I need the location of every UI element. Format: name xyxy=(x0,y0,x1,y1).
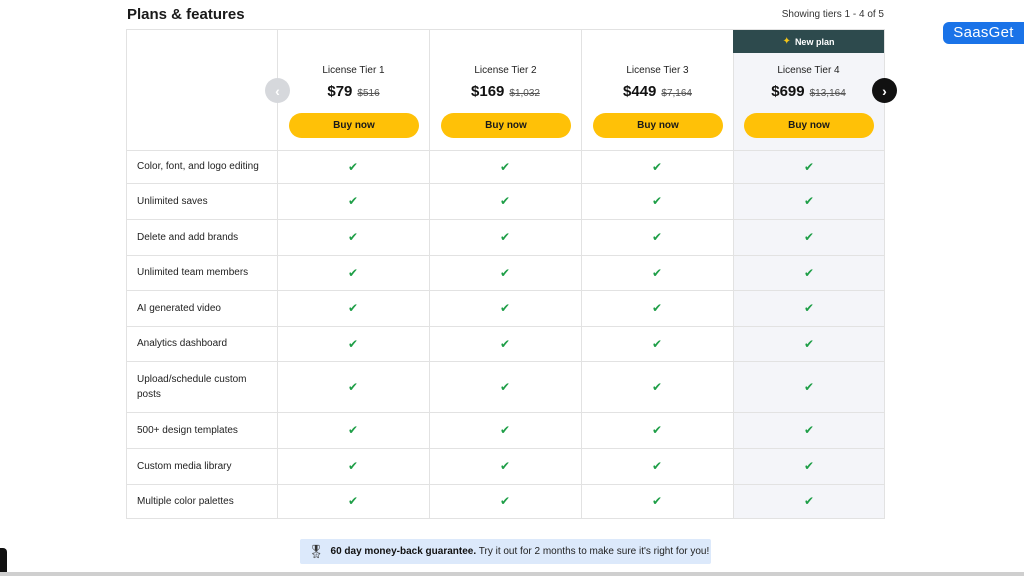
guarantee-text: 60 day money-back guarantee. Try it out … xyxy=(331,546,710,557)
price-row: $449 $7,164 xyxy=(582,83,733,100)
tier-header-1: License Tier 1 $79 $516 Buy now xyxy=(278,30,429,150)
medal-icon: 🎖 xyxy=(308,543,325,559)
check-icon: ✔ xyxy=(803,230,815,244)
tier-old-price: $1,032 xyxy=(509,88,540,99)
check-icon: ✔ xyxy=(651,194,663,208)
check-icon: ✔ xyxy=(651,301,663,315)
check-icon: ✔ xyxy=(499,459,511,473)
check-icon: ✔ xyxy=(803,301,815,315)
check-icon: ✔ xyxy=(347,194,359,208)
check-icon: ✔ xyxy=(499,494,511,508)
price-row: $79 $516 xyxy=(278,83,429,100)
check-icon: ✔ xyxy=(347,336,359,351)
feature-label: Custom media library xyxy=(137,460,232,472)
check-icon: ✔ xyxy=(499,379,511,394)
check-icon: ✔ xyxy=(499,336,511,351)
tier-price: $699 xyxy=(771,83,805,100)
feature-label: 500+ design templates xyxy=(137,424,238,436)
tier-name: License Tier 4 xyxy=(777,65,840,76)
check-icon: ✔ xyxy=(499,423,511,437)
horizontal-scrollbar[interactable] xyxy=(0,572,1024,576)
check-icon: ✔ xyxy=(803,265,815,280)
feature-label: Upload/schedule custom posts xyxy=(137,373,247,400)
feature-label: Unlimited saves xyxy=(137,195,208,207)
chevron-right-icon: › xyxy=(882,82,887,99)
check-icon: ✔ xyxy=(499,159,511,174)
check-icon: ✔ xyxy=(651,423,663,437)
check-icon: ✔ xyxy=(803,194,815,208)
check-icon: ✔ xyxy=(499,265,511,280)
tier-old-price: $13,164 xyxy=(809,88,846,99)
feature-label: Delete and add brands xyxy=(137,231,239,243)
check-icon: ✔ xyxy=(347,379,359,394)
check-icon: ✔ xyxy=(651,336,663,351)
check-icon: ✔ xyxy=(347,265,359,280)
tier-header-2: License Tier 2 $169 $1,032 Buy now xyxy=(430,30,581,150)
check-icon: ✔ xyxy=(499,194,511,208)
next-tiers-button[interactable]: › xyxy=(872,78,897,103)
check-icon: ✔ xyxy=(803,336,815,351)
buy-now-button-tier-1[interactable]: Buy now xyxy=(289,113,419,138)
check-icon: ✔ xyxy=(499,301,511,315)
tier-name: License Tier 3 xyxy=(626,65,689,76)
check-icon: ✔ xyxy=(651,230,663,244)
guarantee-bold: 60 day money-back guarantee. xyxy=(330,546,477,557)
tier-header-3: License Tier 3 $449 $7,164 Buy now xyxy=(582,30,733,150)
feature-label: Unlimited team members xyxy=(137,267,249,278)
check-icon: ✔ xyxy=(499,230,511,244)
tier-name: License Tier 2 xyxy=(474,65,537,76)
check-icon: ✔ xyxy=(803,459,815,473)
feature-label: AI generated video xyxy=(137,302,221,314)
check-icon: ✔ xyxy=(651,459,663,473)
page-title: Plans & features xyxy=(127,6,245,23)
check-icon: ✔ xyxy=(347,301,359,315)
tiers-count-text: Showing tiers 1 - 4 of 5 xyxy=(781,9,884,20)
check-icon: ✔ xyxy=(347,230,359,244)
check-icon: ✔ xyxy=(651,265,663,280)
tier-price: $79 xyxy=(327,83,353,100)
buy-now-button-tier-3[interactable]: Buy now xyxy=(593,113,723,138)
brand-badge[interactable]: SaasGet xyxy=(943,22,1024,44)
check-icon: ✔ xyxy=(651,494,663,508)
guarantee-banner: 🎖 60 day money-back guarantee. Try it ou… xyxy=(300,539,711,564)
check-icon: ✔ xyxy=(347,494,359,508)
tier-old-price: $7,164 xyxy=(661,88,692,99)
buy-now-button-tier-4[interactable]: Buy now xyxy=(744,113,874,138)
check-icon: ✔ xyxy=(651,379,663,394)
tier-old-price: $516 xyxy=(357,88,380,99)
feature-label: Multiple color palettes xyxy=(137,495,234,507)
check-icon: ✔ xyxy=(347,459,359,473)
check-icon: ✔ xyxy=(651,159,663,174)
tier-name: License Tier 1 xyxy=(322,65,385,76)
check-icon: ✔ xyxy=(803,423,815,437)
feature-label: Color, font, and logo editing xyxy=(137,161,259,172)
price-row: $699 $13,164 xyxy=(733,83,884,100)
guarantee-detail: Try it out for 2 months to make sure it'… xyxy=(478,546,710,557)
tier-price: $449 xyxy=(623,83,657,100)
tier-price: $169 xyxy=(471,83,505,100)
previous-tiers-button[interactable]: ‹ xyxy=(265,78,290,103)
tier-header-4: License Tier 4 $699 $13,164 Buy now xyxy=(733,30,884,150)
check-icon: ✔ xyxy=(803,159,815,174)
feature-label: Analytics dashboard xyxy=(137,338,228,349)
check-icon: ✔ xyxy=(347,159,359,174)
chevron-left-icon: ‹ xyxy=(275,82,280,99)
price-row: $169 $1,032 xyxy=(430,83,581,100)
check-icon: ✔ xyxy=(803,494,815,508)
check-icon: ✔ xyxy=(347,423,359,437)
check-icon: ✔ xyxy=(803,379,815,394)
buy-now-button-tier-2[interactable]: Buy now xyxy=(441,113,571,138)
